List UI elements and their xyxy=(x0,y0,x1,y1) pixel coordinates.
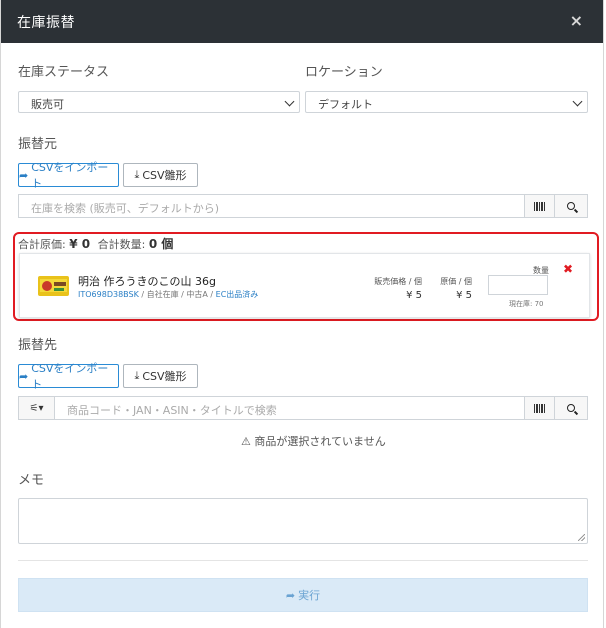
divider xyxy=(18,560,588,561)
chevron-down-icon xyxy=(572,96,583,107)
product-thumbnail xyxy=(38,276,69,296)
share-icon: ➦ xyxy=(19,369,29,383)
total-cost-value: ¥ 0 xyxy=(69,237,91,251)
status-select-value: 販売可 xyxy=(31,98,64,111)
modal-title: 在庫振替 xyxy=(17,15,75,31)
dest-heading: 振替先 xyxy=(18,338,58,353)
status-label: 在庫ステータス xyxy=(18,65,110,80)
sale-price-column: 販売価格 / 個 ¥ 5 xyxy=(366,276,422,301)
quantity-input[interactable] xyxy=(488,275,548,295)
warning-icon: ⚠ xyxy=(241,435,251,448)
search-icon xyxy=(567,202,575,210)
product-meta-text: / 自社在庫 / 中古A / xyxy=(138,290,216,299)
empty-selection-text: 商品が選択されていません xyxy=(254,435,386,448)
source-totals: 合計原価: ¥ 0 合計数量: 0 個 xyxy=(18,235,173,252)
chevron-down-icon xyxy=(284,96,295,107)
current-stock: 現在庫: 70 xyxy=(509,300,544,308)
resize-handle[interactable] xyxy=(578,534,585,541)
stock-transfer-modal: 在庫振替 × 在庫ステータス ロケーション 販売可 デフォルト 振替元 ➦ CS… xyxy=(0,0,604,628)
dest-search-button[interactable] xyxy=(554,396,588,420)
share-icon: ➦ xyxy=(285,588,296,602)
source-csv-template-label: CSV雛形 xyxy=(142,169,187,182)
close-icon[interactable]: × xyxy=(570,11,583,30)
execute-button[interactable]: ➦ 実行 xyxy=(18,578,588,612)
modal-header: 在庫振替 × xyxy=(1,0,603,43)
memo-textarea[interactable] xyxy=(18,498,588,544)
remove-item-icon[interactable]: ✖ xyxy=(563,262,573,276)
barcode-icon xyxy=(533,403,546,413)
share-icon: ➦ xyxy=(19,168,29,182)
status-select[interactable]: 販売可 xyxy=(18,91,300,113)
cost-column: 原価 / 個 ¥ 5 xyxy=(430,276,472,301)
location-select-value: デフォルト xyxy=(318,98,373,111)
total-qty-label: 合計数量: xyxy=(97,238,146,251)
listing-status-link[interactable]: EC出品済み xyxy=(216,290,259,299)
barcode-icon xyxy=(533,201,546,211)
dest-import-csv-label: CSVをインポート xyxy=(31,362,109,391)
execute-label: 実行 xyxy=(298,589,321,602)
source-item-card: 明治 作ろうきのこの山 36g ITO698D38BSK / 自社在庫 / 中古… xyxy=(19,253,590,318)
source-search-input[interactable]: 在庫を検索 (販売可、デフォルトから) xyxy=(31,200,219,216)
memo-label: メモ xyxy=(18,473,45,488)
total-qty-value: 0 個 xyxy=(148,237,174,251)
product-code-link[interactable]: ITO698D38BSK xyxy=(78,290,139,299)
source-search-button[interactable] xyxy=(554,194,588,218)
product-meta: ITO698D38BSK / 自社在庫 / 中古A / EC出品済み xyxy=(78,289,258,300)
location-select[interactable]: デフォルト xyxy=(305,91,588,113)
sale-price-value: ¥ 5 xyxy=(406,290,422,301)
barcode-button[interactable] xyxy=(524,396,555,420)
dest-search-bar: ⚟▾ 商品コード・JAN・ASIN・タイトルで検索 xyxy=(18,396,588,420)
cost-label: 原価 / 個 xyxy=(440,277,472,286)
download-icon: ⤓ xyxy=(134,168,140,181)
source-csv-template-button[interactable]: ⤓ CSV雛形 xyxy=(123,163,198,187)
dest-csv-template-button[interactable]: ⤓ CSV雛形 xyxy=(123,364,198,388)
download-icon: ⤓ xyxy=(134,369,140,382)
cost-value: ¥ 5 xyxy=(456,290,472,301)
location-label: ロケーション xyxy=(305,65,383,80)
dest-search-input[interactable]: 商品コード・JAN・ASIN・タイトルで検索 xyxy=(67,402,277,418)
total-cost-label: 合計原価: xyxy=(18,238,66,251)
filter-dropdown-button[interactable]: ⚟▾ xyxy=(18,396,55,420)
barcode-button[interactable] xyxy=(524,194,555,218)
source-import-csv-label: CSVをインポート xyxy=(31,161,109,190)
source-search-bar: 在庫を検索 (販売可、デフォルトから) xyxy=(18,194,588,218)
empty-selection-message: ⚠ 商品が選択されていません xyxy=(241,433,386,449)
product-name: 明治 作ろうきのこの山 36g xyxy=(78,275,216,288)
dest-import-csv-button[interactable]: ➦ CSVをインポート xyxy=(18,362,119,391)
search-icon xyxy=(567,404,575,412)
source-heading: 振替元 xyxy=(18,137,58,152)
dest-csv-template-label: CSV雛形 xyxy=(142,370,187,383)
sale-price-label: 販売価格 / 個 xyxy=(374,277,422,286)
source-import-csv-button[interactable]: ➦ CSVをインポート xyxy=(18,161,119,190)
